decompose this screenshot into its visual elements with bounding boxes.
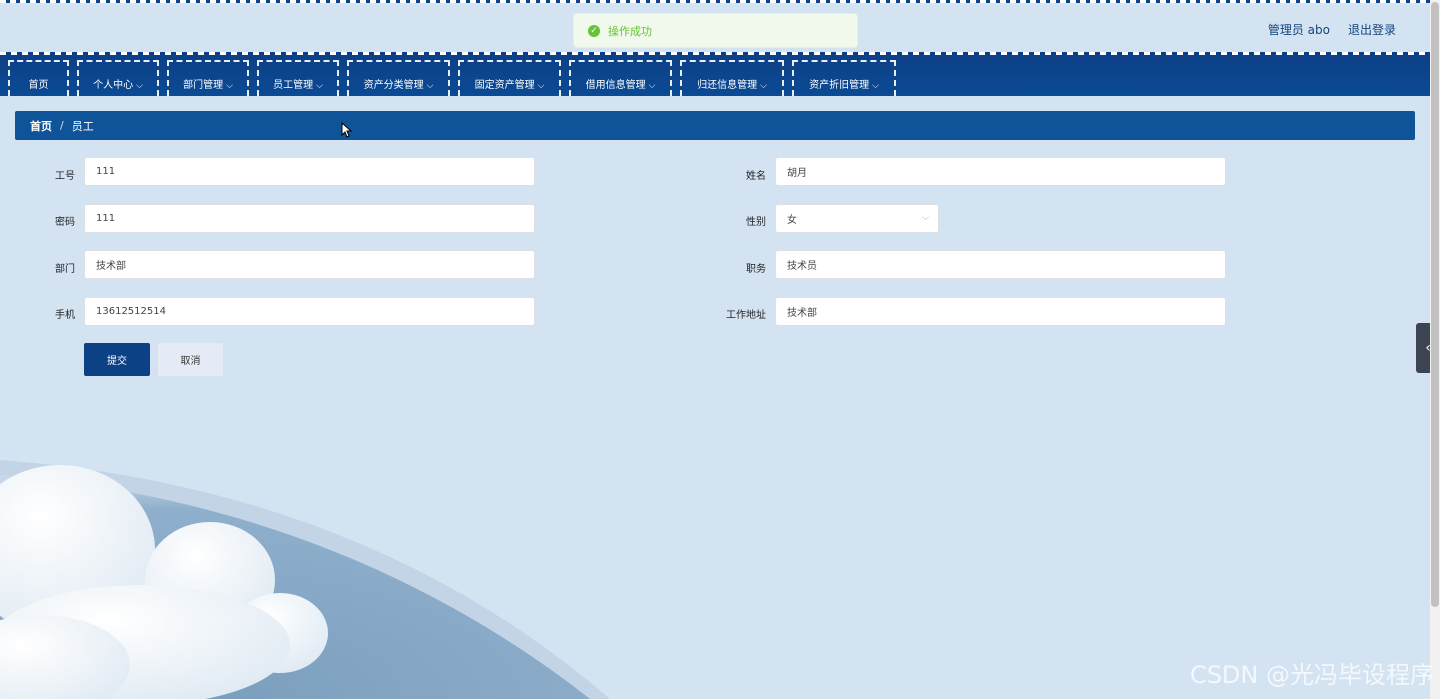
phone-input[interactable]: 13612512514 bbox=[84, 297, 535, 326]
department-input[interactable]: 技术部 bbox=[84, 250, 535, 279]
work-address-label: 工作地址 bbox=[726, 310, 766, 321]
chevron-down-icon: ⌵ bbox=[648, 81, 656, 91]
nav-item-return-info[interactable]: 归还信息管理 ⌵ bbox=[680, 60, 784, 96]
phone-label: 手机 bbox=[55, 310, 75, 321]
nav-item-borrow-info[interactable]: 借用信息管理 ⌵ bbox=[569, 60, 672, 96]
chevron-down-icon: ⌵ bbox=[226, 81, 233, 91]
nav-item-label: 资产分类管理 bbox=[363, 80, 424, 91]
work-address-input[interactable]: 技术部 bbox=[775, 297, 1226, 326]
nav-item-label: 固定资产管理 bbox=[474, 80, 535, 91]
nav-item-label: 个人中心 bbox=[93, 80, 134, 91]
nav-item-personal-center[interactable]: 个人中心 ⌵ bbox=[77, 60, 159, 96]
employee-no-input[interactable]: 111 bbox=[84, 157, 535, 186]
main-nav: 首页 个人中心 ⌵ 部门管理 ⌵ 员工管理 ⌵ 资产分类管理 ⌵ 固定资产管理 ⌵ 借用信… bbox=[0, 52, 1430, 96]
nav-item-label: 首页 bbox=[28, 80, 49, 91]
submit-button[interactable]: 提交 bbox=[84, 343, 150, 376]
nav-item-home[interactable]: 首页 bbox=[8, 60, 69, 96]
chevron-down-icon: ⌵ bbox=[426, 81, 434, 91]
watermark: CSDN @光冯毕设程序 bbox=[1189, 661, 1434, 689]
breadcrumb-home[interactable]: 首页 bbox=[30, 118, 52, 134]
nav-item-label: 部门管理 bbox=[183, 80, 224, 91]
nav-item-label: 资产折旧管理 bbox=[809, 80, 870, 91]
chevron-down-icon: ⌵ bbox=[136, 81, 143, 91]
password-label: 密码 bbox=[55, 217, 75, 228]
nav-item-asset-category[interactable]: 资产分类管理 ⌵ bbox=[347, 60, 450, 96]
position-input[interactable]: 技术员 bbox=[775, 250, 1226, 279]
name-input[interactable]: 胡月 bbox=[775, 157, 1226, 186]
nav-item-employee[interactable]: 员工管理 ⌵ bbox=[257, 60, 339, 96]
nav-item-label: 归还信息管理 bbox=[697, 80, 758, 91]
check-circle-icon: ✓ bbox=[588, 24, 600, 37]
nav-item-label: 员工管理 bbox=[273, 80, 314, 91]
breadcrumb-separator: / bbox=[60, 119, 64, 132]
password-input[interactable]: 111 bbox=[84, 204, 535, 233]
chevron-down-icon: ⌵ bbox=[537, 81, 545, 91]
breadcrumb-current: 员工 bbox=[71, 119, 94, 133]
chevron-down-icon: ⌵ bbox=[872, 81, 879, 91]
page-scrollbar[interactable] bbox=[1430, 0, 1440, 699]
chevron-down-icon: ⌵ bbox=[922, 213, 929, 223]
chevron-down-icon: ⌵ bbox=[316, 81, 323, 91]
chevron-down-icon: ⌵ bbox=[760, 81, 767, 91]
mouse-cursor-icon bbox=[341, 122, 353, 138]
breadcrumb: 首页 / 员工 bbox=[15, 111, 1415, 140]
employee-no-label: 工号 bbox=[55, 171, 75, 182]
name-label: 姓名 bbox=[746, 171, 766, 182]
scrollbar-thumb[interactable] bbox=[1431, 2, 1439, 607]
nav-item-department[interactable]: 部门管理 ⌵ bbox=[167, 60, 249, 96]
gender-select-value: 女 bbox=[787, 215, 797, 226]
logout-link[interactable]: 退出登录 bbox=[1348, 21, 1396, 38]
nav-item-fixed-asset[interactable]: 固定资产管理 ⌵ bbox=[458, 60, 561, 96]
toast-message: 操作成功 bbox=[608, 24, 652, 38]
cancel-button[interactable]: 取消 bbox=[158, 343, 223, 376]
gender-select[interactable]: 女 ⌵ bbox=[775, 204, 939, 233]
success-toast: ✓ 操作成功 bbox=[573, 13, 858, 48]
department-label: 部门 bbox=[55, 264, 75, 275]
nav-item-label: 借用信息管理 bbox=[585, 80, 646, 91]
user-name: 管理员 abo bbox=[1267, 23, 1330, 37]
cloud-decoration bbox=[0, 460, 610, 699]
position-label: 职务 bbox=[746, 264, 766, 275]
nav-item-depreciation[interactable]: 资产折旧管理 ⌵ bbox=[792, 60, 896, 96]
gender-label: 性别 bbox=[746, 217, 766, 228]
